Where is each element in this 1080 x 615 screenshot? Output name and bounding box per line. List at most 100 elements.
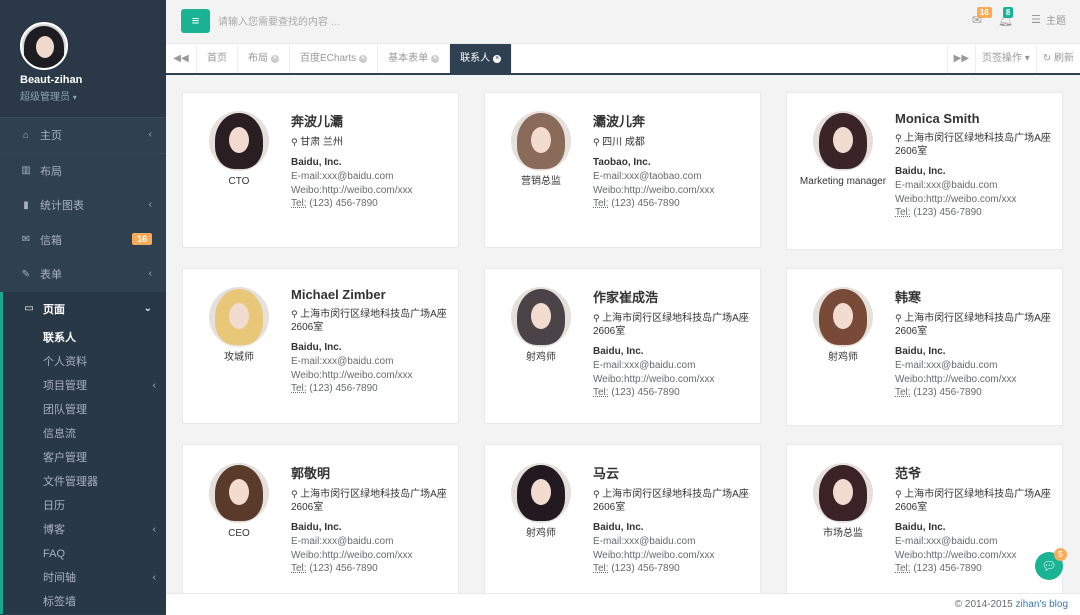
sidebar-subitem-0[interactable]: 联系人: [3, 326, 166, 350]
chat-badge: 5: [1054, 548, 1067, 561]
contact-weibo: Weibo:http://weibo.com/xxx: [895, 549, 1017, 561]
contact-phone-number: (123) 456-7890: [608, 563, 680, 574]
close-icon[interactable]: ×: [271, 54, 279, 63]
sidebar-subnav: 联系人个人资料 项目管理 ‹ 团队管理 信息流 客户管理 文件管理器 日历 博客 ‹ FAQ 时间轴 ‹…: [0, 326, 166, 614]
caret-down-icon: ▾: [72, 93, 77, 102]
sidebar-subitem-label: 时间轴: [43, 572, 76, 584]
contact-card[interactable]: 射鸡师 作家崔成浩 ⚲ 上海市闵行区绿地科技岛广场A座2606室 Baidu, Inc…: [484, 268, 761, 424]
tab-label: 百度ECharts: [300, 53, 357, 64]
alerts-button[interactable]: 🔔︎ 8: [998, 6, 1014, 27]
tab-2[interactable]: 百度ECharts ×: [290, 44, 379, 73]
chevron-left-icon: ‹: [152, 572, 156, 583]
contact-address-text: 上海市闵行区绿地科技岛广场A座2606室: [593, 313, 749, 337]
contact-phone: Tel: (123) 456-7890: [593, 562, 753, 576]
contact-phone-label: Tel:: [291, 198, 307, 209]
menu-toggle-button[interactable]: ≡: [181, 9, 210, 33]
sidebar: Beaut-zihan 超级管理员 ▾ ⌂ 主页 ‹ ▥ 布局 ▮ 统计图表 ‹ ✉ 信箱 16 ✎ 表…: [0, 0, 166, 615]
sidebar-item-0[interactable]: ⌂ 主页 ‹: [0, 118, 166, 153]
columns-icon: ▥: [21, 165, 31, 177]
tab-scroll-right-button[interactable]: ▶▶: [946, 44, 975, 73]
contact-name: 奔波儿灞: [291, 114, 344, 129]
contact-phone-label: Tel:: [291, 563, 307, 574]
search-input[interactable]: [218, 12, 518, 32]
bar-chart-icon: ▮: [23, 199, 29, 211]
theme-button[interactable]: ☰ 主题: [1031, 12, 1066, 27]
contact-address: ⚲ 上海市闵行区绿地科技岛广场A座2606室: [593, 488, 753, 514]
blog-link[interactable]: zihan's blog: [1016, 599, 1069, 610]
contact-company: Baidu, Inc.: [291, 157, 342, 168]
contact-card[interactable]: CTO 奔波儿灞 ⚲ 甘肃 兰州 Baidu, Inc. E-mail:xxx@baid…: [182, 92, 459, 248]
contact-info: 作家崔成浩 ⚲ 上海市闵行区绿地科技岛广场A座2606室 Baidu, Inc. E-…: [593, 287, 753, 400]
contact-email: E-mail:xxx@baidu.com: [593, 536, 696, 547]
contact-card[interactable]: 射鸡师 韩寒 ⚲ 上海市闵行区绿地科技岛广场A座2606室 Baidu, Inc. E-…: [786, 268, 1063, 426]
contact-card[interactable]: Marketing manager Monica Smith ⚲ 上海市闵行区绿地科…: [786, 92, 1063, 250]
contact-address-text: 上海市闵行区绿地科技岛广场A座2606室: [895, 133, 1051, 157]
sidebar-subitem-11[interactable]: 标签墙: [3, 590, 166, 614]
sidebar-subitem-2[interactable]: 项目管理 ‹: [3, 374, 166, 398]
contact-photo: [511, 111, 571, 171]
contact-name: 郭敬明: [291, 466, 331, 481]
close-icon[interactable]: ×: [431, 54, 440, 63]
contact-phone: Tel: (123) 456-7890: [895, 206, 1055, 220]
close-icon[interactable]: ×: [359, 54, 368, 63]
chevron-left-icon: ‹: [152, 524, 156, 535]
sidebar-item-1[interactable]: ▥ 布局: [0, 154, 166, 189]
contact-phone: Tel: (123) 456-7890: [593, 197, 753, 211]
sidebar-item-2[interactable]: ▮ 统计图表 ‹: [0, 188, 166, 223]
sidebar-subitem-5[interactable]: 客户管理: [3, 446, 166, 470]
tab-1[interactable]: 布局 ×: [238, 44, 290, 73]
tab-0[interactable]: 首页: [197, 44, 238, 73]
tab-scroll-left-button[interactable]: ◀◀: [166, 44, 197, 73]
backward-icon: ◀◀: [173, 53, 189, 64]
contact-weibo: Weibo:http://weibo.com/xxx: [291, 369, 413, 381]
avatar[interactable]: [20, 22, 68, 70]
profile-role-dropdown[interactable]: 超级管理员 ▾: [20, 88, 166, 103]
tab-actions-dropdown[interactable]: 页签操作 ▾: [975, 44, 1036, 73]
sidebar-subitem-1[interactable]: 个人资料: [3, 350, 166, 374]
close-icon[interactable]: ×: [493, 54, 502, 63]
desktop-icon: ▭: [24, 303, 34, 315]
contact-name: 灞波儿奔: [593, 114, 646, 129]
sidebar-item-4[interactable]: ✎ 表单 ‹: [0, 257, 166, 292]
sidebar-item-5[interactable]: ▭ 页面 ⌄: [0, 291, 166, 326]
sidebar-subitem-8[interactable]: 博客 ‹: [3, 518, 166, 542]
sidebar-subitem-7[interactable]: 日历: [3, 494, 166, 518]
contact-card[interactable]: 攻城师 Michael Zimber ⚲ 上海市闵行区绿地科技岛广场A座2606室 B…: [182, 268, 459, 424]
sidebar-subitem-10[interactable]: 时间轴 ‹: [3, 566, 166, 590]
refresh-button[interactable]: ↻ 刷新: [1035, 44, 1080, 73]
contact-info: 韩寒 ⚲ 上海市闵行区绿地科技岛广场A座2606室 Baidu, Inc. E-mai…: [895, 287, 1055, 400]
contact-card[interactable]: 射鸡师 马云 ⚲ 上海市闵行区绿地科技岛广场A座2606室 Baidu, Inc. E-…: [484, 444, 761, 593]
contact-name: Michael Zimber: [291, 287, 386, 302]
contact-card[interactable]: CEO 郭敬明 ⚲ 上海市闵行区绿地科技岛广场A座2606室 Baidu, Inc. E…: [182, 444, 459, 593]
copyright-text: © 2014-2015: [954, 599, 1016, 610]
sidebar-subitem-4[interactable]: 信息流: [3, 422, 166, 446]
tab-3[interactable]: 基本表单 ×: [378, 44, 451, 73]
contact-company: Baidu, Inc.: [895, 346, 946, 357]
contact-photo: [511, 287, 571, 347]
sidebar-item-3[interactable]: ✉ 信箱 16: [0, 223, 166, 258]
contact-phone-number: (123) 456-7890: [306, 383, 378, 394]
sidebar-item-badge: 16: [131, 232, 152, 245]
contact-role: 攻城师: [224, 352, 254, 363]
contact-address-text: 上海市闵行区绿地科技岛广场A座2606室: [895, 489, 1051, 513]
contact-card[interactable]: 营销总监 灞波儿奔 ⚲ 四川 成都 Taobao, Inc. E-mail:xxx@ta…: [484, 92, 761, 248]
contact-address: ⚲ 上海市闵行区绿地科技岛广场A座2606室: [593, 312, 753, 338]
sidebar-subitem-label: 联系人: [43, 332, 76, 344]
sidebar-subitem-6[interactable]: 文件管理器: [3, 470, 166, 494]
tab-label: 布局: [248, 53, 268, 64]
sidebar-subitem-3[interactable]: 团队管理: [3, 398, 166, 422]
contacts-grid: CTO 奔波儿灞 ⚲ 甘肃 兰州 Baidu, Inc. E-mail:xxx@baid…: [182, 92, 1080, 593]
contact-email: E-mail:xxx@baidu.com: [593, 360, 696, 371]
tab-4[interactable]: 联系人 ×: [450, 44, 513, 73]
chevron-left-icon: ‹: [148, 199, 152, 210]
messages-button[interactable]: ✉ 16: [972, 6, 992, 27]
comments-icon: 💬︎: [1041, 559, 1057, 573]
contact-phone-label: Tel:: [895, 563, 911, 574]
contact-address-text: 上海市闵行区绿地科技岛广场A座2606室: [291, 309, 447, 333]
sidebar-subitem-9[interactable]: FAQ: [3, 542, 166, 566]
contact-card[interactable]: 市场总监 范爷 ⚲ 上海市闵行区绿地科技岛广场A座2606室 Baidu, Inc. E…: [786, 444, 1063, 593]
profile-role: 超级管理员: [20, 92, 70, 103]
chat-button[interactable]: 💬︎ 5: [1035, 548, 1067, 580]
contact-name: 马云: [593, 466, 620, 481]
contact-company: Baidu, Inc.: [593, 522, 644, 533]
